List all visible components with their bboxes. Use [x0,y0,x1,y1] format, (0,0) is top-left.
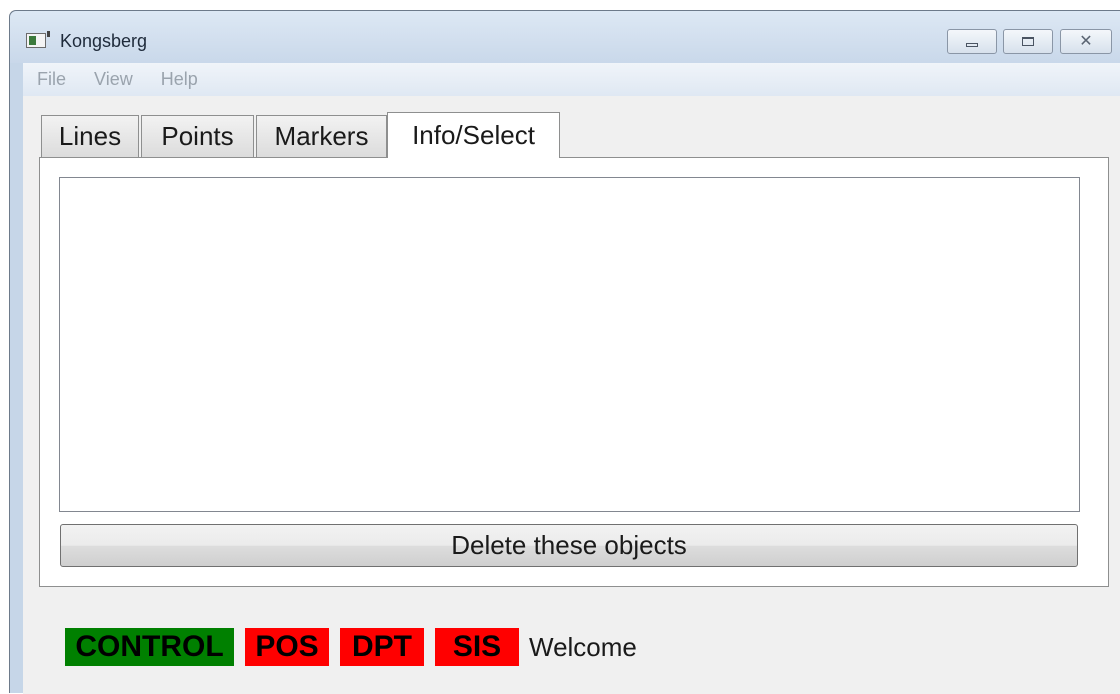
close-button[interactable]: ✕ [1060,29,1112,54]
delete-objects-button[interactable]: Delete these objects [60,524,1078,567]
status-badge-sis: SIS [435,628,519,666]
status-message: Welcome [529,631,637,662]
maximize-button[interactable] [1003,29,1053,54]
app-icon[interactable] [26,31,50,48]
maximize-icon [1022,37,1034,46]
status-badge-dpt: DPT [340,628,424,666]
app-window: Kongsberg ✕ File View Help Lines Points … [9,10,1120,694]
client-area: Lines Points Markers Info/Select Delete … [23,96,1120,694]
status-row: CONTROL POS DPT SIS Welcome [65,627,637,667]
minimize-icon [966,42,978,47]
menu-help[interactable]: Help [161,69,198,90]
title-bar[interactable]: Kongsberg ✕ [10,11,1120,63]
menu-bar: File View Help [23,63,1120,96]
selected-objects-list[interactable] [59,177,1080,512]
minimize-button[interactable] [947,29,997,54]
window-title: Kongsberg [60,31,148,51]
status-badge-control: CONTROL [65,628,234,666]
status-badge-pos: POS [245,628,329,666]
tab-info-select[interactable]: Info/Select [387,112,560,158]
tab-markers[interactable]: Markers [256,115,387,157]
tab-points[interactable]: Points [141,115,254,157]
info-select-panel: Delete these objects [39,157,1109,587]
menu-view[interactable]: View [94,69,133,90]
tab-lines[interactable]: Lines [41,115,139,157]
menu-file[interactable]: File [37,69,66,90]
close-icon: ✕ [1079,32,1093,50]
